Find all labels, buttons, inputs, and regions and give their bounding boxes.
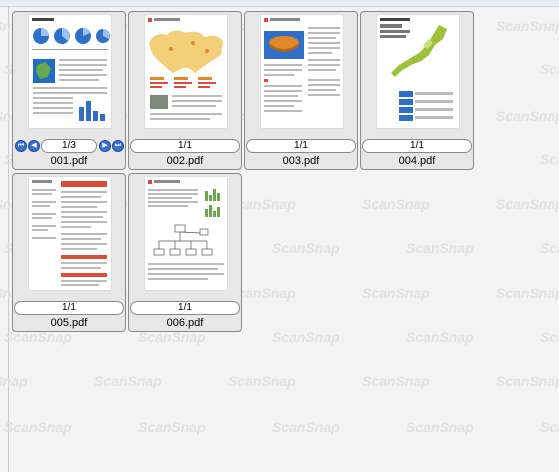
thumbnail-004[interactable]: 1/1 004.pdf xyxy=(360,11,474,170)
file-name: 004.pdf xyxy=(398,155,436,167)
page-preview xyxy=(145,15,227,128)
first-page-button[interactable]: ⏮ xyxy=(15,140,27,152)
page-counter: 1/1 xyxy=(14,301,124,315)
watermark-text: ScanSnap xyxy=(272,240,340,256)
previous-page-button[interactable]: ◀ xyxy=(28,140,40,152)
file-thumbnail-viewer: ScanSnap ScanSnap ScanSnap ScanSnap ScanSnap… xyxy=(0,0,559,472)
thumbnail-001[interactable]: ⏮ ◀ 1/3 ▶ ⏭ 001.pdf xyxy=(12,11,126,170)
watermark-text: ScanSnap xyxy=(406,329,474,345)
watermark-text: ScanSnap xyxy=(540,329,559,345)
watermark-text: ScanSnap xyxy=(94,373,162,389)
watermark-text: ScanSnap xyxy=(496,285,559,301)
page-preview xyxy=(145,177,227,290)
page-preview xyxy=(377,15,459,128)
watermark-text: ScanSnap xyxy=(0,373,28,389)
file-name: 005.pdf xyxy=(50,317,88,329)
thumbnail-002[interactable]: 1/1 002.pdf xyxy=(128,11,242,170)
watermark-text: ScanSnap xyxy=(496,108,559,124)
next-page-button[interactable]: ▶ xyxy=(99,140,111,152)
watermark-text: ScanSnap xyxy=(272,419,340,435)
top-border xyxy=(0,0,559,7)
page-counter: 1/3 xyxy=(41,139,97,153)
left-border xyxy=(8,6,9,472)
watermark-text: ScanSnap xyxy=(4,419,72,435)
last-page-button[interactable]: ⏭ xyxy=(112,140,124,152)
thumbnail-006[interactable]: 1/1 006.pdf xyxy=(128,173,242,332)
watermark-text: ScanSnap xyxy=(540,151,559,167)
watermark-text: ScanSnap xyxy=(496,373,559,389)
watermark-text: ScanSnap xyxy=(496,18,559,34)
watermark-text: ScanSnap xyxy=(540,419,559,435)
watermark-text: ScanSnap xyxy=(540,61,559,77)
page-preview xyxy=(29,177,111,290)
watermark-text: ScanSnap xyxy=(362,285,430,301)
watermark-text: ScanSnap xyxy=(406,240,474,256)
file-name: 002.pdf xyxy=(166,155,204,167)
thumbnail-003[interactable]: 1/1 003.pdf xyxy=(244,11,358,170)
watermark-text: ScanSnap xyxy=(362,196,430,212)
page-counter: 1/1 xyxy=(130,139,240,153)
watermark-text: ScanSnap xyxy=(362,373,430,389)
watermark-text: ScanSnap xyxy=(496,196,559,212)
first-page-icon: ⏮ xyxy=(17,142,25,149)
watermark-text: ScanSnap xyxy=(406,419,474,435)
watermark-text: ScanSnap xyxy=(272,329,340,345)
page-preview xyxy=(261,15,343,128)
previous-page-icon: ◀ xyxy=(31,142,37,149)
watermark-text: ScanSnap xyxy=(228,373,296,389)
page-preview xyxy=(29,15,111,128)
file-name: 006.pdf xyxy=(166,317,204,329)
next-page-icon: ▶ xyxy=(102,142,108,149)
page-counter: 1/1 xyxy=(246,139,356,153)
file-name: 001.pdf xyxy=(50,155,88,167)
last-page-icon: ⏭ xyxy=(114,142,122,149)
thumbnail-005[interactable]: 1/1 005.pdf xyxy=(12,173,126,332)
watermark-text: ScanSnap xyxy=(138,419,206,435)
page-counter: 1/1 xyxy=(362,139,472,153)
page-counter: 1/1 xyxy=(130,301,240,315)
watermark-text: ScanSnap xyxy=(540,240,559,256)
file-name: 003.pdf xyxy=(282,155,320,167)
